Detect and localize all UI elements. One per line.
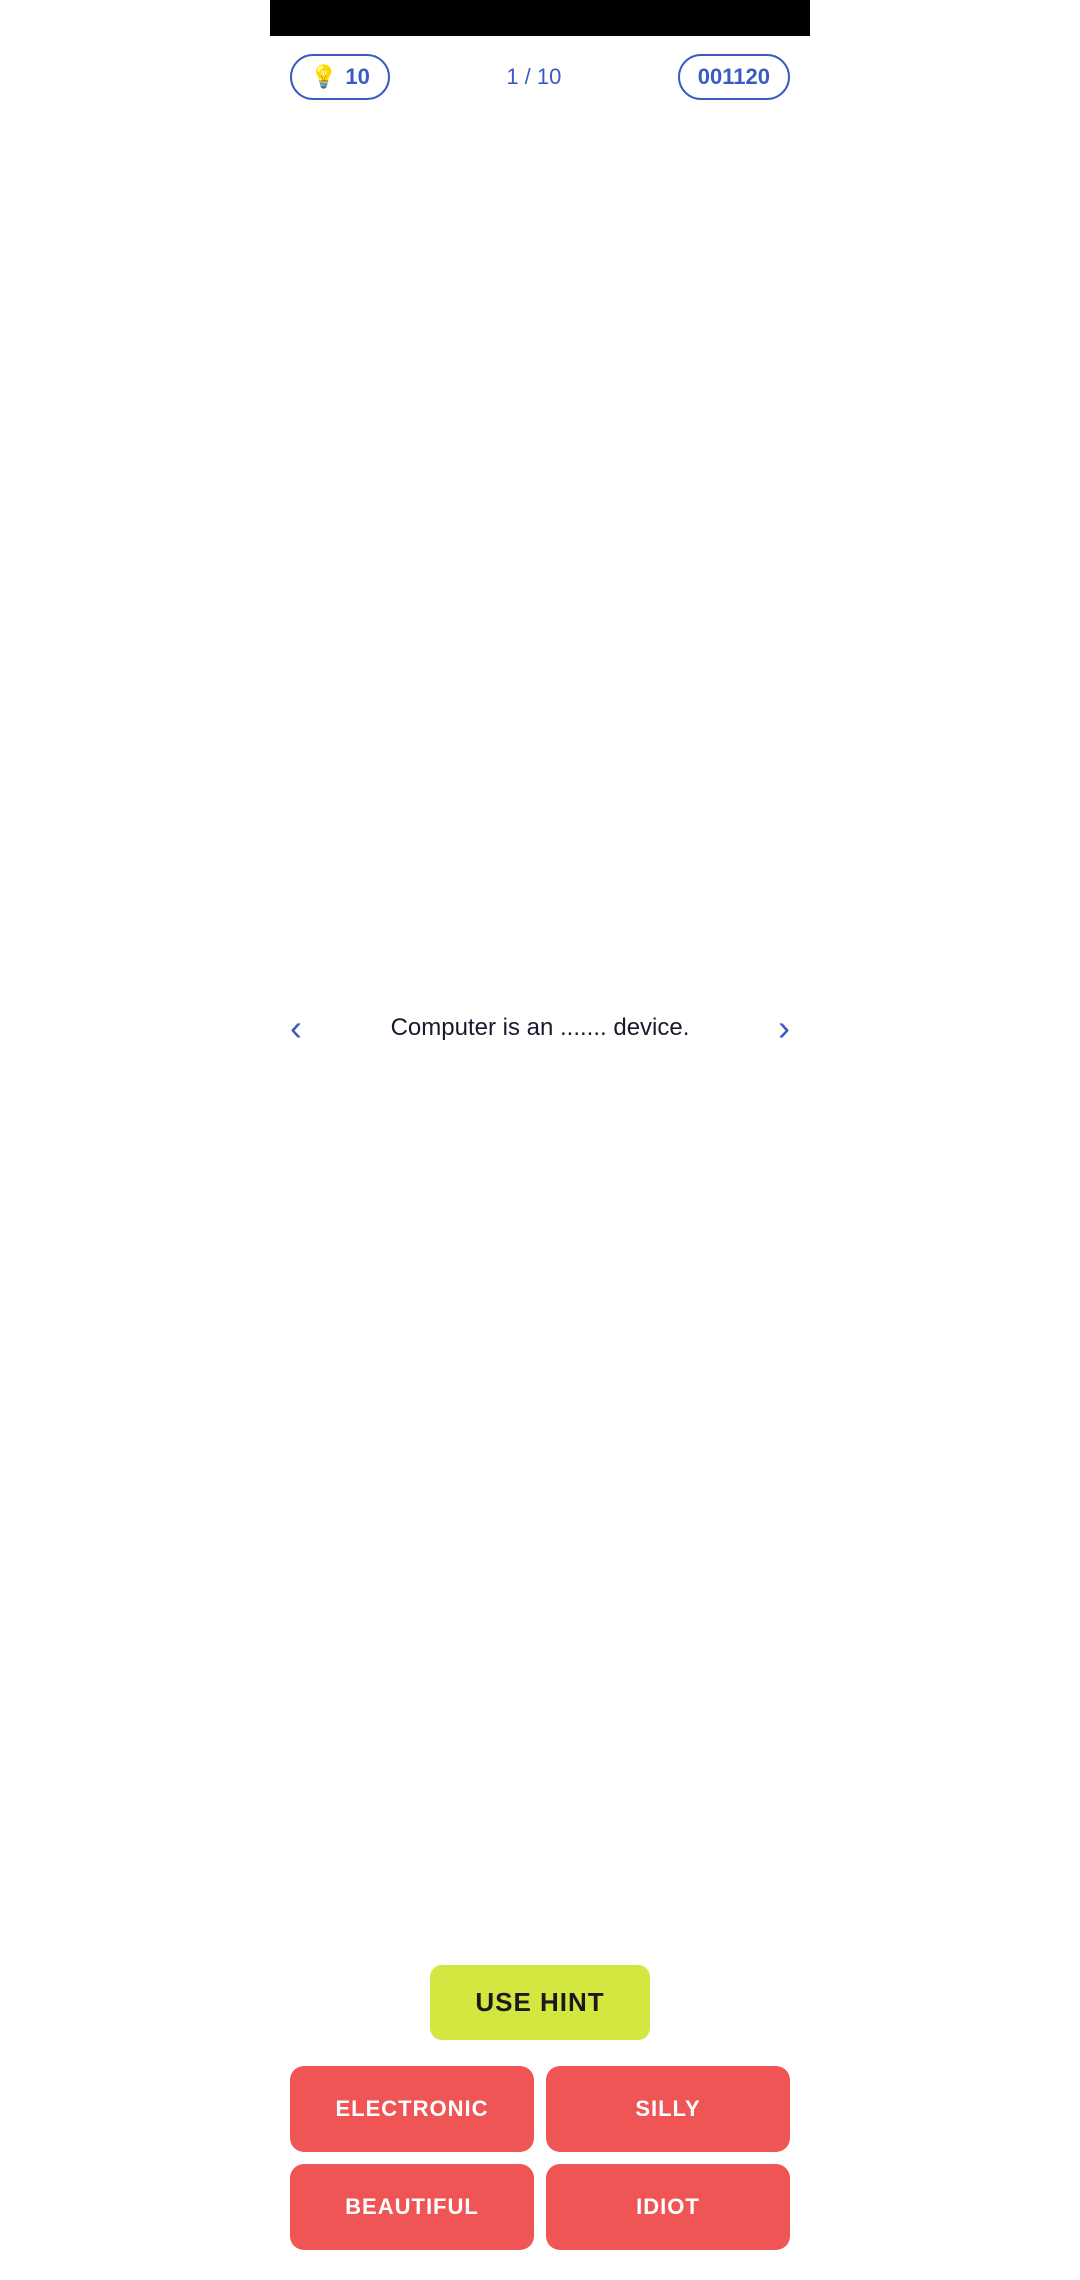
question-area: ‹ Computer is an ....... device. › (270, 110, 810, 1945)
answer-button-1[interactable]: SILLY (546, 2066, 790, 2152)
answer-button-3[interactable]: IDIOT (546, 2164, 790, 2250)
question-text: Computer is an ....... device. (331, 1010, 750, 1046)
score-display: 001120 (678, 54, 790, 100)
prev-arrow[interactable]: ‹ (280, 997, 312, 1059)
progress-indicator: 1 / 10 (506, 64, 561, 90)
answer-button-2[interactable]: BEAUTIFUL (290, 2164, 534, 2250)
bulb-icon: 💡 (310, 64, 337, 90)
answers-grid: ELECTRONIC SILLY BEAUTIFUL IDIOT (270, 2050, 810, 2280)
status-bar (270, 0, 810, 36)
hint-count-label: 10 (345, 64, 369, 90)
next-arrow[interactable]: › (768, 997, 800, 1059)
top-bar: 💡 10 1 / 10 001120 (270, 36, 810, 110)
answer-button-0[interactable]: ELECTRONIC (290, 2066, 534, 2152)
hint-button-area: USE HINT (270, 1945, 810, 2050)
hint-counter: 💡 10 (290, 54, 390, 100)
use-hint-button[interactable]: USE HINT (430, 1965, 649, 2040)
